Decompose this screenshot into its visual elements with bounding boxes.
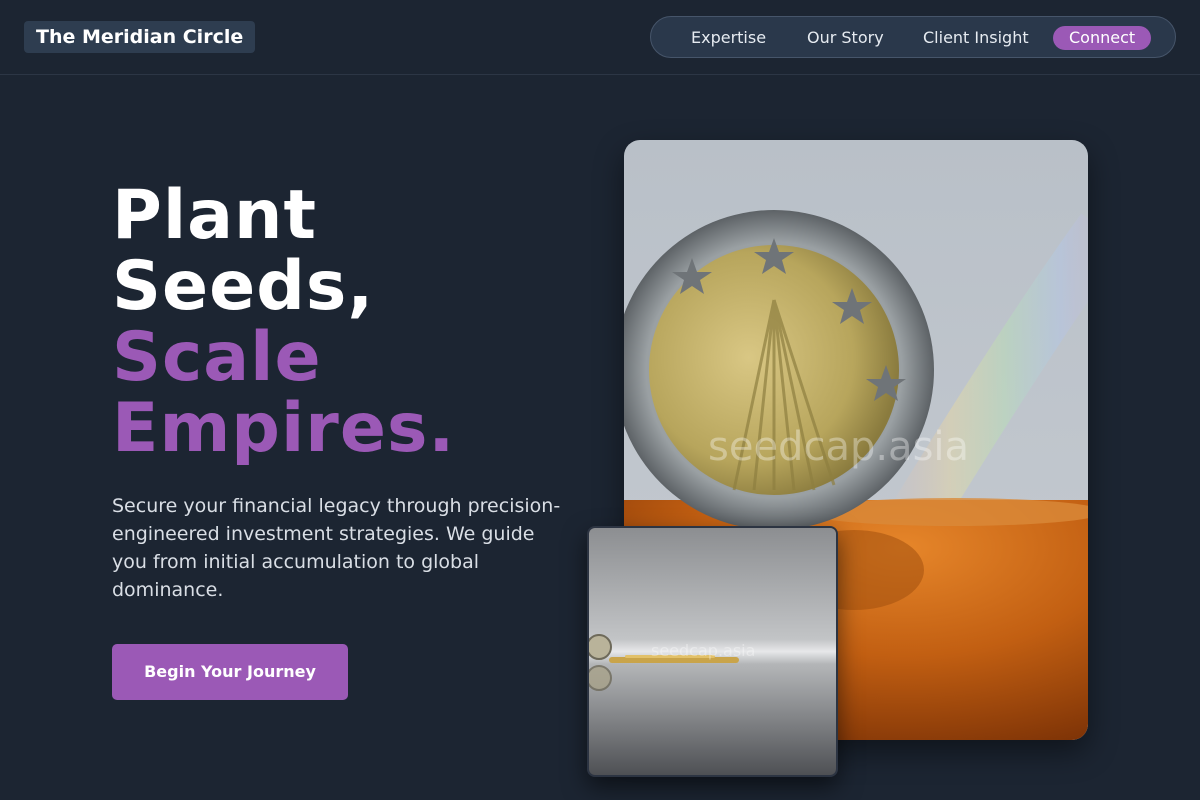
connect-button[interactable]: Connect (1053, 26, 1152, 50)
brand-logo[interactable]: The Meridian Circle (24, 21, 256, 53)
headline-word: Seeds, (112, 247, 375, 326)
headline-accent-word: Scale (112, 318, 322, 397)
begin-journey-button[interactable]: Begin Your Journey (112, 644, 348, 700)
nav-item-expertise[interactable]: Expertise (691, 26, 766, 50)
headline-word: Plant (112, 176, 317, 255)
secondary-photo-watermark: seedcap.asia (651, 641, 755, 660)
main-photo-watermark: seedcap.asia (708, 424, 969, 470)
top-bar: The Meridian Circle Expertise Our Story … (0, 0, 1200, 75)
headline-accent-word: Empires. (112, 389, 456, 468)
coin-row-photo: seedcap.asia (587, 526, 838, 777)
main-nav: Expertise Our Story Client Insight Conne… (650, 16, 1176, 58)
nav-item-our-story[interactable]: Our Story (807, 26, 884, 50)
nav-item-client-insight[interactable]: Client Insight (923, 26, 1029, 50)
hero-headline: Plant Seeds, Scale Empires. (112, 180, 582, 464)
hero-subtext: Secure your financial legacy through pre… (112, 495, 561, 601)
